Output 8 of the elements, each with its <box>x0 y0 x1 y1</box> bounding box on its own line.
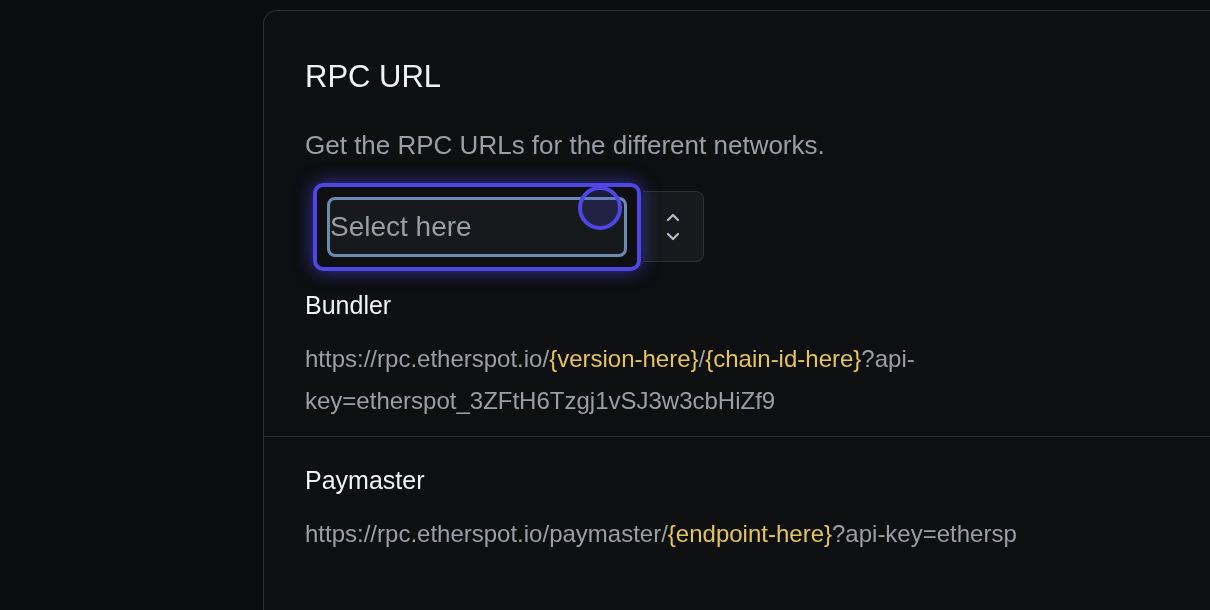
url-text: https://rpc.etherspot.io/{version-here}/{chain-id-here}?api-key=etherspot_3ZFtH6Tzgj1vSJ3w3cbHiZf9 <box>305 344 916 416</box>
section-heading: Bundler <box>305 290 393 321</box>
card-description: Get the RPC URLs for the different networks. <box>305 129 826 162</box>
card-title: RPC URL <box>305 58 443 96</box>
select-input[interactable]: Select here <box>327 196 627 257</box>
url-text: https://rpc.etherspot.io/paymaster/{endpoint-here}?api-key=ethersp <box>305 519 1018 549</box>
section-heading: Paymaster <box>305 465 426 496</box>
select-toggle[interactable] <box>643 191 704 262</box>
